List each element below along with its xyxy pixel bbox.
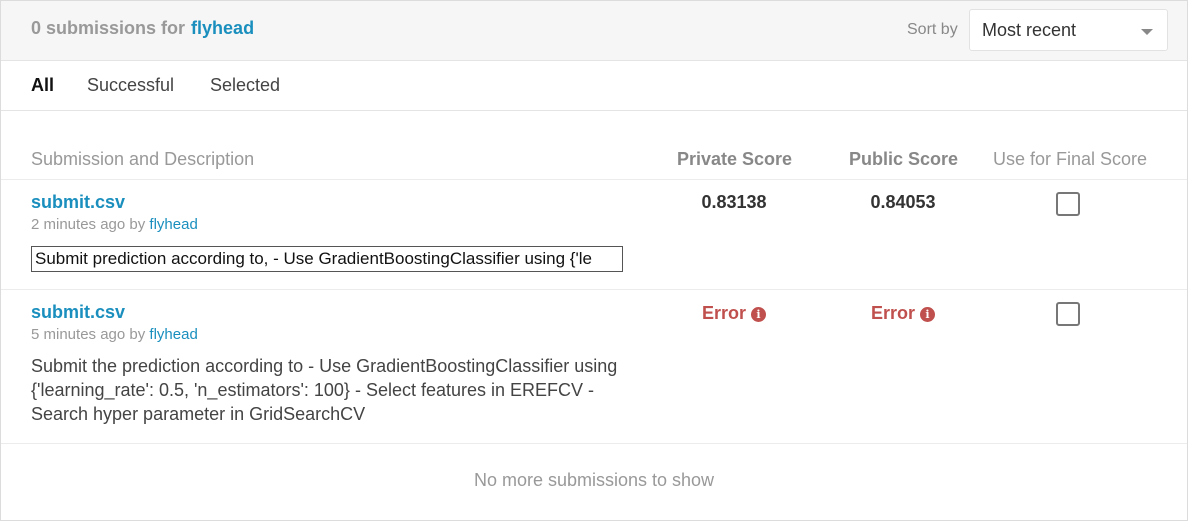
submission-time: 5 minutes ago bbox=[31, 326, 126, 343]
header-username-link[interactable]: flyhead bbox=[191, 18, 254, 38]
chevron-down-icon bbox=[1141, 29, 1153, 35]
submission-time: 2 minutes ago bbox=[31, 216, 126, 233]
submissions-panel: 0 submissions for flyhead Sort by Most re… bbox=[0, 0, 1188, 521]
public-score-error-text: Error bbox=[871, 303, 916, 323]
tab-selected[interactable]: Selected bbox=[210, 75, 280, 96]
submission-by: by bbox=[129, 326, 146, 343]
submissions-count: 0 submissions for bbox=[31, 18, 186, 38]
sort-dropdown[interactable]: Most recent bbox=[969, 9, 1168, 51]
final-score-checkbox[interactable] bbox=[1056, 192, 1080, 216]
column-header-submission: Submission and Description bbox=[31, 149, 255, 169]
private-score-error-text: Error bbox=[702, 303, 747, 323]
description-input[interactable] bbox=[31, 246, 623, 272]
sort-label: Sort by bbox=[907, 21, 958, 38]
public-score-error: Error i bbox=[871, 303, 936, 324]
tab-successful[interactable]: Successful bbox=[87, 75, 174, 96]
divider bbox=[1, 443, 1187, 444]
submission-user-link[interactable]: flyhead bbox=[149, 326, 197, 343]
column-header-final-score: Use for Final Score bbox=[993, 149, 1148, 169]
submission-by: by bbox=[129, 216, 146, 233]
column-header-private-score: Private Score bbox=[677, 149, 793, 169]
tab-all[interactable]: All bbox=[31, 75, 54, 96]
submission-meta: 2 minutes ago by flyhead bbox=[31, 216, 198, 233]
submission-description: Submit the prediction according to - Use… bbox=[31, 356, 618, 424]
private-score-error: Error i bbox=[702, 303, 767, 324]
public-score: 0.84053 bbox=[870, 192, 936, 212]
divider bbox=[1, 179, 1187, 180]
divider bbox=[1, 289, 1187, 290]
info-circle-icon[interactable]: i bbox=[920, 307, 936, 322]
no-more-submissions-text: No more submissions to show bbox=[473, 470, 715, 490]
final-score-checkbox[interactable] bbox=[1056, 302, 1080, 326]
submission-file-link[interactable]: submit.csv bbox=[31, 192, 125, 213]
private-score: 0.83138 bbox=[701, 192, 767, 212]
submissions-count-title: 0 submissions for flyhead bbox=[31, 18, 254, 39]
info-circle-icon[interactable]: i bbox=[751, 307, 767, 322]
sort-selected-value: Most recent bbox=[982, 20, 1077, 40]
submission-file-link[interactable]: submit.csv bbox=[31, 302, 125, 323]
submissions-header: 0 submissions for flyhead Sort by Most re… bbox=[1, 1, 1187, 61]
submission-user-link[interactable]: flyhead bbox=[149, 216, 197, 233]
column-header-public-score: Public Score bbox=[849, 149, 959, 169]
submission-meta: 5 minutes ago by flyhead bbox=[31, 326, 198, 343]
submission-tabs: All Successful Selected bbox=[1, 61, 1187, 111]
